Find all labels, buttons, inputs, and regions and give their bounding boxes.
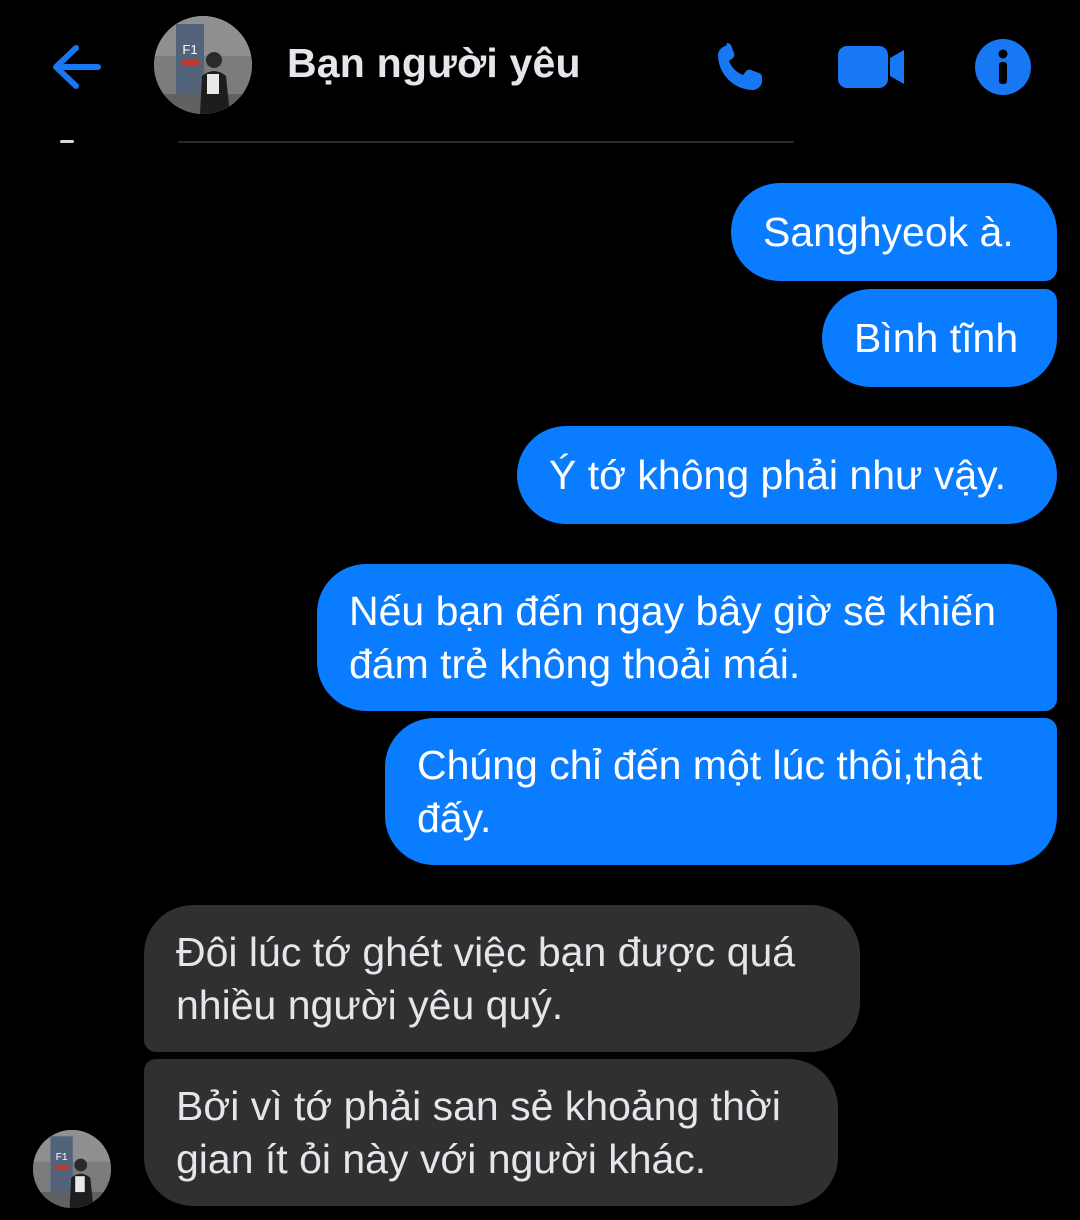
contact-name[interactable]: Bạn người yêu [287, 40, 581, 87]
contact-avatar[interactable]: F1 [154, 16, 252, 114]
video-camera-icon[interactable] [838, 44, 906, 90]
message-text: Sanghyeok à. [763, 208, 1014, 255]
message-text-line: Chúng chỉ đến một lúc thôi,thật [417, 741, 983, 788]
phone-icon[interactable] [712, 40, 768, 96]
avatar-sign-text: F1 [182, 42, 197, 57]
message-text: Bình tĩnh [854, 314, 1019, 361]
message-text-line: nhiều người yêu quý. [176, 981, 564, 1028]
message-text-line: Bởi vì tớ phải san sẻ khoảng thời [176, 1082, 781, 1129]
incoming-message[interactable]: Bởi vì tớ phải san sẻ khoảng thời gian í… [144, 1059, 838, 1206]
outgoing-message[interactable]: Chúng chỉ đến một lúc thôi,thật đấy. [385, 718, 1057, 865]
sender-avatar[interactable]: F1 [33, 1130, 111, 1208]
info-icon[interactable] [974, 38, 1032, 96]
message-text-line: đấy. [417, 794, 492, 841]
message-text-line: đám trẻ không thoải mái. [349, 640, 801, 687]
chat-header: F1 Bạn người yêu [0, 0, 1080, 140]
scroll-indicator [60, 140, 74, 143]
header-divider [178, 141, 794, 143]
chat-screen: F1 Bạn người yêu Sanghyeok à. Bình tĩnh … [0, 0, 1080, 1220]
outgoing-message[interactable]: Bình tĩnh [822, 289, 1057, 387]
outgoing-message[interactable]: Ý tớ không phải như vậy. [517, 426, 1057, 524]
outgoing-message[interactable]: Nếu bạn đến ngay bây giờ sẽ khiến đám tr… [317, 564, 1057, 711]
message-text-line: gian ít ỏi này với người khác. [176, 1135, 707, 1182]
message-text-line: Nếu bạn đến ngay bây giờ sẽ khiến [349, 587, 996, 634]
outgoing-message[interactable]: Sanghyeok à. [731, 183, 1057, 281]
back-arrow-icon[interactable] [48, 40, 106, 94]
avatar-sign-text: F1 [56, 1152, 68, 1163]
message-text: Ý tớ không phải như vậy. [549, 451, 1007, 498]
message-text-line: Đôi lúc tớ ghét việc bạn được quá [176, 928, 796, 975]
incoming-message[interactable]: Đôi lúc tớ ghét việc bạn được quá nhiều … [144, 905, 860, 1052]
